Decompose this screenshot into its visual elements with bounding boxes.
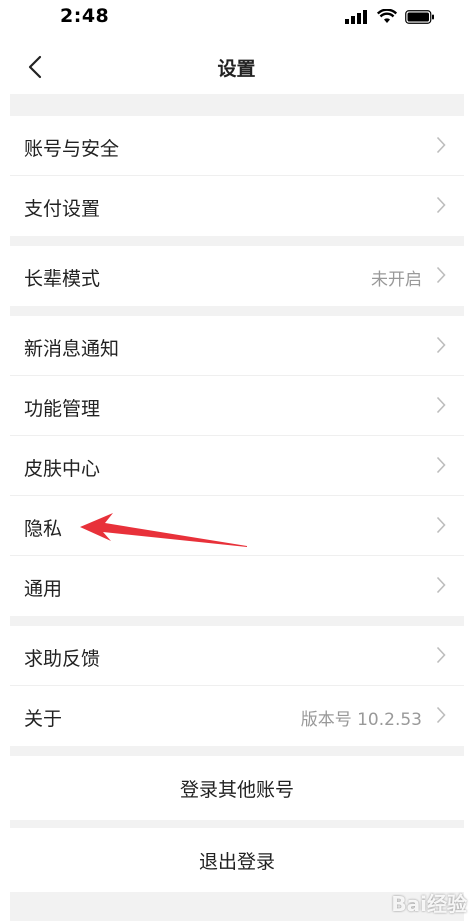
status-icons	[345, 9, 435, 24]
nav-bar: 设置	[0, 36, 473, 94]
elder-mode-row[interactable]: 长辈模式 未开启	[10, 246, 464, 306]
settings-screen: 2:48 设置 账号与安全 支付设置 长辈模式 未开启 新消息通知 功能管理 皮…	[0, 0, 473, 921]
notifications-row[interactable]: 新消息通知	[10, 316, 464, 376]
about-row[interactable]: 关于 版本号 10.2.53	[10, 686, 464, 746]
row-label: 求助反馈	[24, 648, 101, 670]
signal-icon	[345, 9, 367, 24]
account-security-row[interactable]: 账号与安全	[10, 116, 464, 176]
row-label: 通用	[24, 578, 63, 600]
section-divider	[10, 306, 464, 316]
section-divider	[10, 820, 464, 828]
row-label: 关于	[24, 708, 63, 730]
status-bar: 2:48	[0, 0, 473, 36]
privacy-row[interactable]: 隐私	[10, 496, 464, 556]
chevron-right-icon	[436, 576, 446, 594]
chevron-right-icon	[436, 336, 446, 354]
status-time: 2:48	[60, 5, 110, 27]
chevron-right-icon	[436, 196, 446, 214]
general-row[interactable]: 通用	[10, 556, 464, 616]
chevron-right-icon	[436, 516, 446, 534]
section-divider	[10, 616, 464, 626]
row-label: 新消息通知	[24, 338, 120, 360]
chevron-right-icon	[436, 706, 446, 724]
chevron-right-icon	[436, 456, 446, 474]
feature-management-row[interactable]: 功能管理	[10, 376, 464, 436]
section-divider	[10, 94, 464, 116]
page-title: 设置	[217, 58, 256, 80]
row-label: 隐私	[24, 518, 63, 540]
section-divider	[10, 236, 464, 246]
row-label: 皮肤中心	[24, 458, 101, 480]
switch-account-button[interactable]: 登录其他账号	[10, 756, 464, 820]
payment-settings-row[interactable]: 支付设置	[10, 176, 464, 236]
help-feedback-row[interactable]: 求助反馈	[10, 626, 464, 686]
logout-button[interactable]: 退出登录	[10, 828, 464, 892]
chevron-right-icon	[436, 136, 446, 154]
row-label: 长辈模式	[24, 268, 101, 290]
chevron-right-icon	[436, 396, 446, 414]
settings-list: 账号与安全 支付设置 长辈模式 未开启 新消息通知 功能管理 皮肤中心 隐私 通…	[10, 94, 464, 921]
battery-icon	[405, 9, 434, 24]
watermark: Bai经验	[391, 892, 467, 916]
logout-label: 退出登录	[198, 850, 275, 873]
switch-account-label: 登录其他账号	[179, 778, 294, 801]
row-label: 功能管理	[24, 398, 101, 420]
wifi-icon	[377, 9, 397, 23]
skin-center-row[interactable]: 皮肤中心	[10, 436, 464, 496]
elder-mode-status: 未开启	[371, 270, 422, 290]
section-divider	[10, 746, 464, 756]
chevron-right-icon	[436, 646, 446, 664]
row-label: 支付设置	[24, 198, 101, 220]
row-label: 账号与安全	[24, 138, 120, 160]
version-number: 版本号 10.2.53	[300, 710, 422, 730]
chevron-right-icon	[436, 266, 446, 284]
